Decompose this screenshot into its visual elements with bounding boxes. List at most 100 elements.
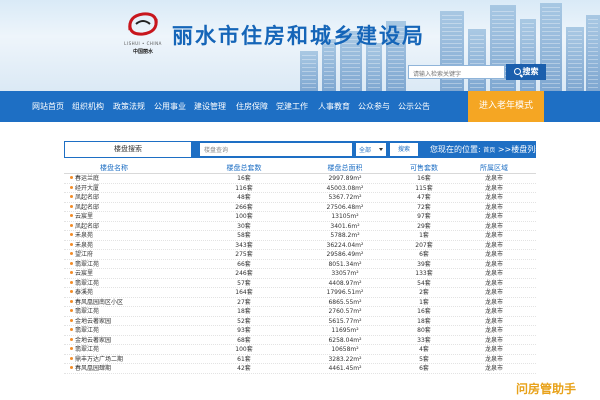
cell-units: 100套 bbox=[235, 213, 253, 220]
table-row[interactable]: 金地云著家园 68套 6258.04m² 33套 龙泉市 bbox=[64, 336, 536, 345]
table-row[interactable]: 翡翠江苑 57套 4408.97m² 54套 龙泉市 bbox=[64, 279, 536, 288]
table-row[interactable]: 翡翠江苑 18套 2760.57m² 16套 龙泉市 bbox=[64, 307, 536, 317]
cell-region: 龙泉市 bbox=[484, 365, 503, 372]
table-row[interactable]: 春运兰庭 16套 2997.89m² 16套 龙泉市 bbox=[64, 174, 536, 184]
cell-available: 16套 bbox=[417, 175, 431, 182]
table-row[interactable]: 鼎丰万达广场二期 61套 3283.22m² 5套 龙泉市 bbox=[64, 355, 536, 364]
cell-name[interactable]: 翡翠江苑 bbox=[70, 307, 170, 316]
property-name-link[interactable]: 禾泉苑 bbox=[75, 242, 93, 249]
property-name-link[interactable]: 春风凰园肆期 bbox=[75, 365, 111, 372]
table-row[interactable]: 春风凰园肆期 42套 4461.45m² 6套 龙泉市 bbox=[64, 364, 536, 374]
property-name-link[interactable]: 凤起名邸 bbox=[75, 194, 99, 201]
property-name-link[interactable]: 泰溪苑 bbox=[75, 289, 93, 296]
property-table: 楼盘名称 楼盘总套数 楼盘总面积 可售套数 所属区域 春运兰庭 16套 2997.8… bbox=[64, 164, 536, 374]
property-name-link[interactable]: 翡翠江苑 bbox=[75, 280, 99, 287]
property-name-link[interactable]: 春风凰园南区小区 bbox=[75, 299, 123, 306]
cell-name[interactable]: 春风凰园南区小区 bbox=[70, 298, 170, 307]
bullet-icon bbox=[70, 261, 73, 265]
table-row[interactable]: 翡翠江苑 66套 8051.34m² 39套 龙泉市 bbox=[64, 260, 536, 269]
nav-item-home[interactable]: 网站首页 bbox=[32, 91, 64, 122]
property-name-link[interactable]: 凤起名邸 bbox=[75, 223, 99, 230]
property-name-link[interactable]: 鼎丰万达广场二期 bbox=[75, 356, 123, 363]
cell-name[interactable]: 翡翠江苑 bbox=[70, 260, 170, 269]
nav-item-org[interactable]: 组织机构 bbox=[72, 91, 104, 122]
property-name-link[interactable]: 金地云著家园 bbox=[75, 337, 111, 344]
table-row[interactable]: 望江府 275套 29586.49m² 6套 龙泉市 bbox=[64, 250, 536, 260]
property-search-input[interactable]: 楼盘查询 bbox=[200, 143, 352, 156]
table-row[interactable]: 春风凰园南区小区 27套 6865.55m² 1套 龙泉市 bbox=[64, 298, 536, 307]
table-row[interactable]: 金地云著家园 52套 5615.77m² 18套 龙泉市 bbox=[64, 317, 536, 326]
property-name-link[interactable]: 翡翠江苑 bbox=[75, 327, 99, 334]
cell-name[interactable]: 金地云著家园 bbox=[70, 336, 170, 345]
site-search-input[interactable]: 请输入检索关键字 bbox=[408, 65, 505, 79]
table-row[interactable]: 经开大厦 116套 45003.08m² 115套 龙泉市 bbox=[64, 184, 536, 193]
cell-name[interactable]: 春风凰园肆期 bbox=[70, 364, 170, 373]
table-row[interactable]: 泰溪苑 164套 17996.51m² 2套 龙泉市 bbox=[64, 288, 536, 298]
property-name-link[interactable]: 云宸里 bbox=[75, 213, 93, 220]
property-name-link[interactable]: 翡翠江苑 bbox=[75, 261, 99, 268]
property-name-link[interactable]: 经开大厦 bbox=[75, 185, 99, 192]
cell-units: 266套 bbox=[235, 203, 253, 211]
nav-item-utilities[interactable]: 公用事业 bbox=[154, 91, 186, 122]
bullet-icon bbox=[70, 223, 73, 227]
nav-item-policy[interactable]: 政策法规 bbox=[113, 91, 145, 122]
cell-name[interactable]: 望江府 bbox=[70, 250, 170, 259]
cell-area: 5788.2m² bbox=[330, 232, 360, 239]
nav-item-public[interactable]: 公众参与 bbox=[358, 91, 390, 122]
nav-item-housing[interactable]: 住房保障 bbox=[236, 91, 268, 122]
property-name-link[interactable]: 望江府 bbox=[75, 251, 93, 258]
property-search-label: 楼盘搜索 bbox=[64, 141, 192, 158]
nav-item-hr[interactable]: 人事教育 bbox=[318, 91, 350, 122]
table-row[interactable]: 凤起名邸 48套 5367.72m² 47套 龙泉市 bbox=[64, 193, 536, 203]
property-name-link[interactable]: 云宸里 bbox=[75, 270, 93, 277]
cell-name[interactable]: 禾泉苑 bbox=[70, 241, 170, 250]
cell-name[interactable]: 春运兰庭 bbox=[70, 174, 170, 183]
cell-name[interactable]: 翡翠江苑 bbox=[70, 279, 170, 288]
cell-name[interactable]: 金地云著家园 bbox=[70, 317, 170, 326]
cell-name[interactable]: 泰溪苑 bbox=[70, 288, 170, 297]
nav-item-party[interactable]: 党建工作 bbox=[276, 91, 308, 122]
elder-mode-button[interactable]: 进入老年模式 bbox=[468, 91, 544, 122]
cell-name[interactable]: 凤起名邸 bbox=[70, 203, 170, 212]
cell-name[interactable]: 凤起名邸 bbox=[70, 193, 170, 202]
site-search-button[interactable]: 搜索 bbox=[506, 64, 546, 80]
cell-name[interactable]: 翡翠江苑 bbox=[70, 326, 170, 335]
area-select[interactable]: 全部 bbox=[356, 143, 386, 156]
table-row[interactable]: 禾泉苑 58套 5788.2m² 1套 龙泉市 bbox=[64, 231, 536, 241]
cell-name[interactable]: 凤起名邸 bbox=[70, 222, 170, 231]
property-name-link[interactable]: 禾泉苑 bbox=[75, 232, 93, 239]
cell-name[interactable]: 云宸里 bbox=[70, 269, 170, 278]
table-row[interactable]: 云宸里 246套 33057m² 133套 龙泉市 bbox=[64, 269, 536, 279]
bullet-icon bbox=[70, 318, 73, 322]
table-row[interactable]: 凤起名邸 266套 27506.48m² 72套 龙泉市 bbox=[64, 203, 536, 212]
bullet-icon bbox=[70, 290, 73, 293]
table-row[interactable]: 翡翠江苑 100套 10658m² 4套 龙泉市 bbox=[64, 345, 536, 355]
breadcrumb-home-link[interactable]: 首页 bbox=[483, 147, 495, 154]
cell-area: 17996.51m² bbox=[326, 289, 364, 296]
site-logo[interactable]: LISHUI • CHINA 中国丽水 bbox=[122, 10, 164, 64]
cell-area: 3283.22m² bbox=[328, 355, 362, 363]
property-name-link[interactable]: 凤起名邸 bbox=[75, 204, 99, 211]
table-row[interactable]: 云宸里 100套 13105m² 97套 龙泉市 bbox=[64, 212, 536, 222]
cell-name[interactable]: 云宸里 bbox=[70, 212, 170, 221]
cell-region: 龙泉市 bbox=[484, 289, 503, 296]
table-row[interactable]: 禾泉苑 343套 36224.04m² 207套 龙泉市 bbox=[64, 241, 536, 250]
nav-item-construction[interactable]: 建设管理 bbox=[194, 91, 226, 122]
bullet-icon bbox=[70, 214, 73, 217]
cell-area: 6258.04m² bbox=[328, 336, 362, 344]
cell-name[interactable]: 禾泉苑 bbox=[70, 231, 170, 240]
nav-item-notice[interactable]: 公示公告 bbox=[398, 91, 430, 122]
cell-name[interactable]: 翡翠江苑 bbox=[70, 345, 170, 354]
table-row[interactable]: 凤起名邸 30套 3401.6m² 29套 龙泉市 bbox=[64, 222, 536, 231]
property-search-button[interactable]: 搜索 bbox=[390, 143, 418, 156]
cell-area: 3401.6m² bbox=[330, 222, 360, 230]
col-header-name: 楼盘名称 bbox=[100, 164, 128, 172]
cell-name[interactable]: 鼎丰万达广场二期 bbox=[70, 355, 170, 364]
property-name-link[interactable]: 翡翠江苑 bbox=[75, 346, 99, 353]
property-name-link[interactable]: 金地云著家园 bbox=[75, 318, 111, 325]
table-row[interactable]: 翡翠江苑 93套 11695m² 80套 龙泉市 bbox=[64, 326, 536, 336]
cell-area: 13105m² bbox=[331, 213, 359, 220]
cell-name[interactable]: 经开大厦 bbox=[70, 184, 170, 193]
property-name-link[interactable]: 春运兰庭 bbox=[75, 175, 99, 182]
property-name-link[interactable]: 翡翠江苑 bbox=[75, 308, 99, 315]
